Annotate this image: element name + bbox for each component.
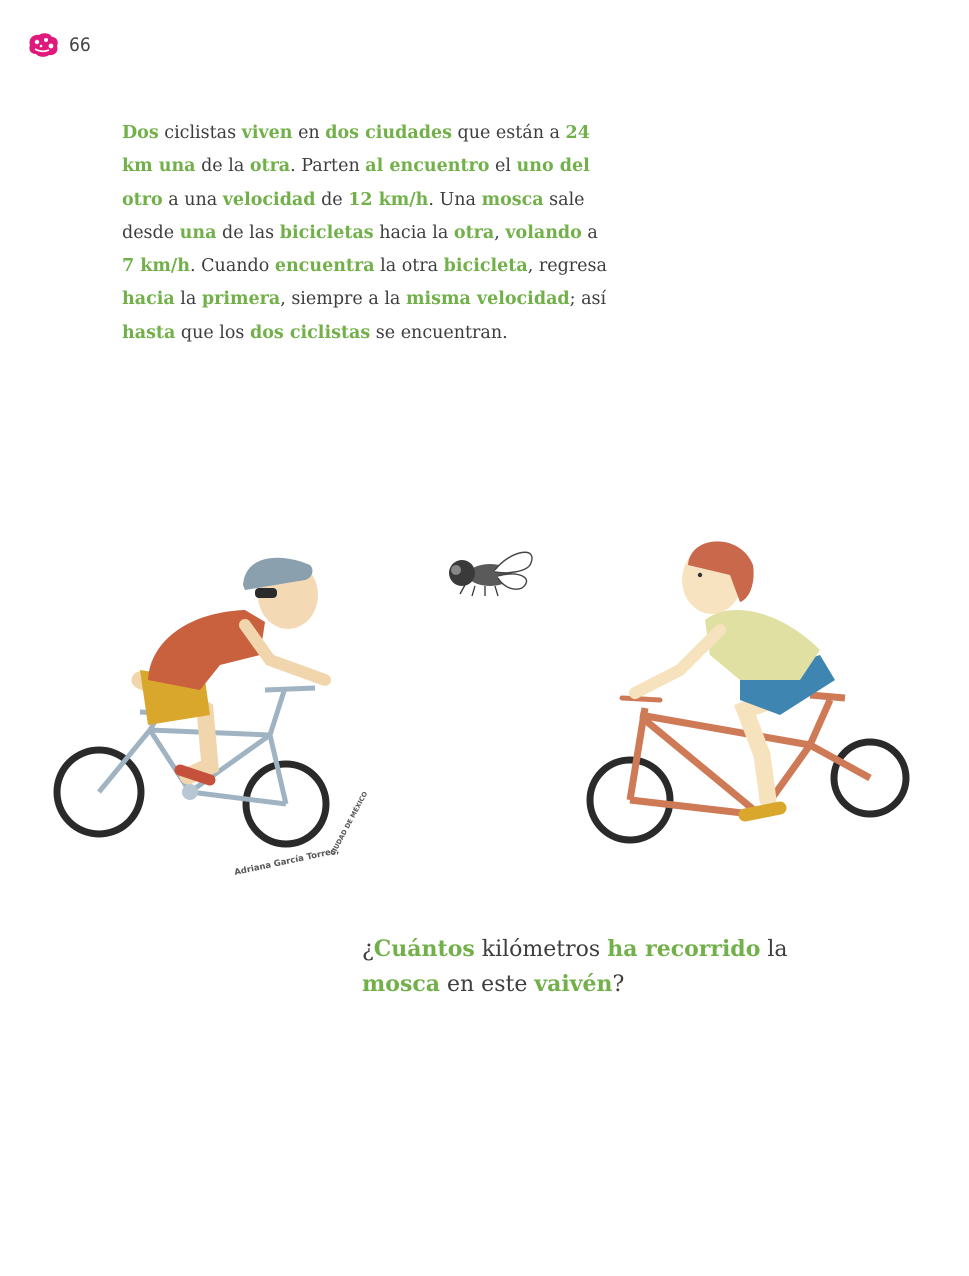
problem-line: 7 km/h. Cuando encuentra la otra bicicle… xyxy=(122,250,607,283)
page-number: 66 xyxy=(69,34,91,56)
text-segment: en este xyxy=(440,972,535,997)
text-segment: , xyxy=(494,222,506,243)
highlighted-word: otra xyxy=(249,156,291,177)
highlighted-word: otro xyxy=(122,189,163,210)
highlighted-word: dos ciclistas xyxy=(249,322,371,343)
problem-line: hasta que los dos ciclistas se encuentra… xyxy=(122,317,592,350)
text-segment: hacia la xyxy=(373,222,454,243)
text-segment: . Cuando xyxy=(190,256,275,277)
text-segment: a una xyxy=(162,189,223,210)
highlighted-word: encuentra xyxy=(274,256,375,277)
problem-line: hacia la primera, siempre a la misma vel… xyxy=(122,283,606,316)
text-segment: en xyxy=(292,123,326,143)
text-segment: kilómetros xyxy=(474,937,608,962)
question: ¿Cuántos kilómetros ha recorrido la mosca… xyxy=(362,932,822,1002)
text-segment: a xyxy=(581,222,598,243)
text-segment: , siempre a la xyxy=(280,289,406,310)
highlighted-word: hacia xyxy=(122,289,175,310)
highlighted-word: hasta xyxy=(122,322,176,343)
highlighted-word: Cuántos xyxy=(373,936,475,962)
text-segment: la xyxy=(174,289,202,310)
text-segment: ; así xyxy=(569,289,607,310)
highlighted-word: mosca xyxy=(362,971,440,997)
text-segment: el xyxy=(489,156,517,177)
highlighted-word: bicicleta xyxy=(443,256,528,277)
cyclist-blue-bike-illustration xyxy=(53,557,331,848)
cyclists-illustration: Adriana García Torres, CIUDAD DE MÉXICO xyxy=(53,541,910,878)
highlighted-word: otra xyxy=(453,222,495,243)
highlighted-word: 12 km/h xyxy=(348,189,429,210)
highlighted-word: km una xyxy=(122,156,196,177)
text-segment: . Parten xyxy=(290,156,366,177)
problem-line: otro a una velocidad de 12 km/h. Una mos… xyxy=(122,184,592,217)
highlighted-word: ha recorrido xyxy=(607,936,761,962)
text-segment: que están a xyxy=(451,123,566,143)
text-segment: sale xyxy=(543,189,585,210)
text-segment: ciclistas xyxy=(158,123,242,143)
highlighted-word: velocidad xyxy=(222,189,316,210)
highlighted-word: vaivén xyxy=(534,971,613,997)
highlighted-word: al encuentro xyxy=(365,156,490,177)
text-segment: de la xyxy=(195,156,250,177)
highlighted-word: primera xyxy=(201,289,281,310)
text-segment: que los xyxy=(175,322,250,343)
highlighted-word: bicicletas xyxy=(279,222,374,243)
highlighted-word: 7 km/h xyxy=(122,256,191,277)
text-segment: la xyxy=(760,937,788,962)
highlighted-word: uno del xyxy=(516,156,590,177)
highlighted-word: volando xyxy=(505,222,582,243)
text-segment: desde xyxy=(122,222,180,243)
cyclist-red-bike-illustration xyxy=(586,541,910,844)
problem-line: Dos ciclistas viven en dos ciudades que … xyxy=(122,117,592,150)
fly-illustration xyxy=(449,551,533,597)
highlighted-word: dos ciudades xyxy=(325,123,452,143)
question-line: mosca en este vaivén? xyxy=(362,967,822,1002)
problem-line: desde una de las bicicletas hacia la otr… xyxy=(122,217,598,250)
text-segment: . Una xyxy=(428,189,482,210)
text-segment: de xyxy=(315,189,349,210)
highlighted-word: mosca xyxy=(481,189,544,210)
text-segment: , regresa xyxy=(527,256,607,277)
highlighted-word: una xyxy=(179,222,217,243)
question-line: ¿Cuántos kilómetros ha recorrido la xyxy=(362,932,822,967)
text-segment: ¿ xyxy=(362,937,374,962)
mexico-book-logo-icon xyxy=(29,33,58,57)
text-segment: ? xyxy=(612,972,625,997)
text-segment: la otra xyxy=(374,256,444,277)
problem-statement: Dos ciclistas viven en dos ciudades que … xyxy=(122,117,607,350)
illustration-credit-place: CIUDAD DE MÉXICO xyxy=(328,789,370,857)
problem-line: km una de la otra. Parten al encuentro e… xyxy=(122,150,592,183)
text-segment: se encuentran. xyxy=(370,322,508,343)
text-segment: de las xyxy=(216,222,280,243)
page-header: 66 xyxy=(26,30,91,60)
highlighted-word: misma velocidad xyxy=(405,289,570,310)
illustration-credit-name: Adriana García Torres, xyxy=(234,846,340,878)
highlighted-word: Dos xyxy=(122,123,159,143)
highlighted-word: viven xyxy=(241,123,293,143)
highlighted-word: 24 xyxy=(565,123,590,143)
